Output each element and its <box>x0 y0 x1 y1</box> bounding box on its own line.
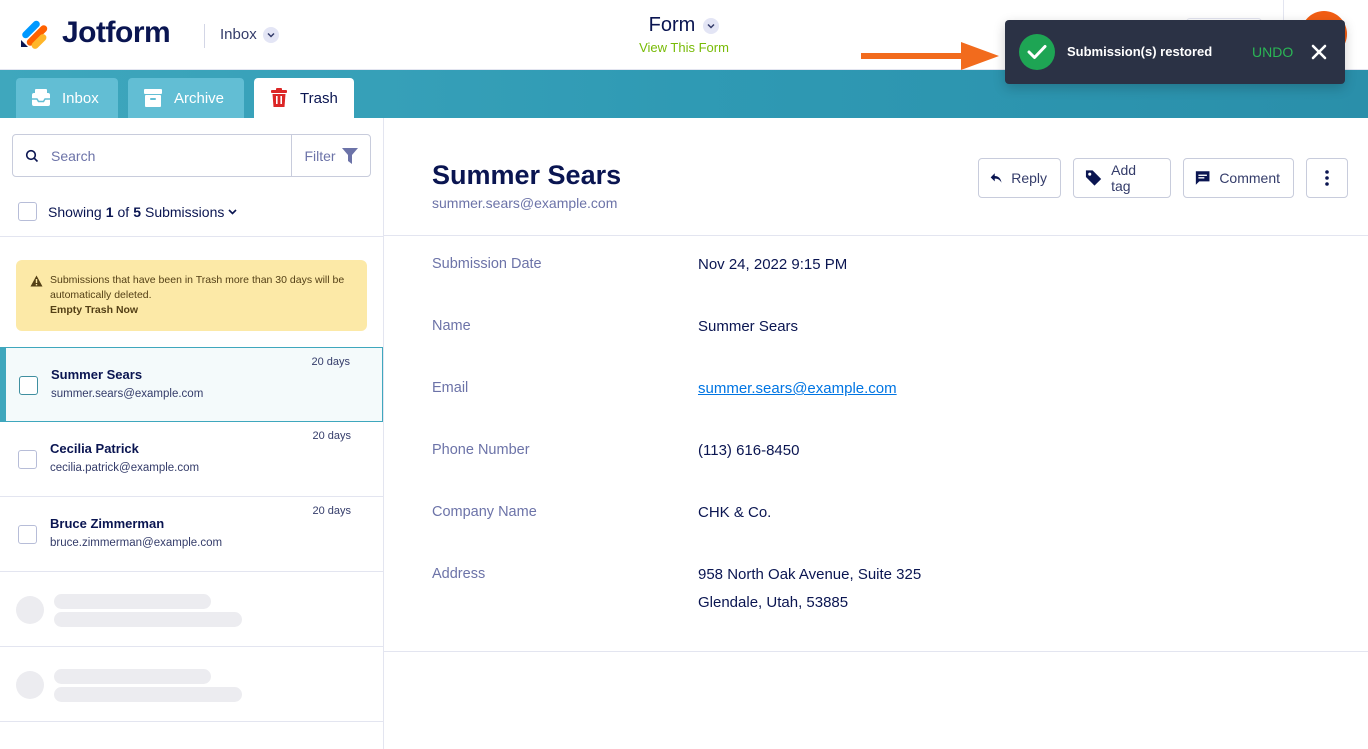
more-vertical-icon <box>1325 170 1329 186</box>
submission-name: Bruce Zimmerman <box>50 516 165 531</box>
placeholder-line <box>54 687 242 702</box>
list-item[interactable]: Summer Sears summer.sears@example.com 20… <box>0 347 383 422</box>
row-checkbox[interactable] <box>18 450 37 469</box>
row-checkbox[interactable] <box>18 525 37 544</box>
tab-archive[interactable]: Archive <box>128 78 244 118</box>
field-value-submission-date: Nov 24, 2022 9:15 PM <box>698 256 848 273</box>
search-icon <box>25 149 39 162</box>
detail-email: summer.sears@example.com <box>432 195 618 211</box>
list-item[interactable]: Bruce Zimmerman bruce.zimmerman@example.… <box>0 497 383 572</box>
showing-prefix: Showing <box>48 203 102 220</box>
trash-warning-banner: Submissions that have been in Trash more… <box>16 260 367 331</box>
field-label-company: Company Name <box>432 504 537 520</box>
field-label-submission-date: Submission Date <box>432 256 542 272</box>
showing-total: 5 <box>133 203 141 220</box>
showing-suffix: Submissions <box>144 203 225 220</box>
trash-warning-text: Submissions that have been in Trash more… <box>50 274 345 301</box>
submission-email: bruce.zimmerman@example.com <box>50 537 223 549</box>
showing-summary: Showing 1 of 5 Submissions <box>18 202 237 221</box>
divider <box>384 235 1368 236</box>
showing-dropdown[interactable]: Showing 1 of 5 Submissions <box>48 204 237 220</box>
loading-placeholder <box>0 572 383 647</box>
toast-notification: Submission(s) restored UNDO <box>1005 20 1345 84</box>
placeholder-line <box>54 612 242 627</box>
reply-button[interactable]: Reply <box>978 158 1061 198</box>
reply-icon <box>990 173 1002 183</box>
search-input[interactable] <box>51 147 271 164</box>
placeholder-avatar <box>16 596 44 624</box>
tab-trash-label: Trash <box>300 89 338 107</box>
more-options-button[interactable] <box>1306 158 1348 198</box>
field-value-email-link[interactable]: summer.sears@example.com <box>698 375 897 403</box>
form-title: Form <box>648 14 696 36</box>
comment-button[interactable]: Comment <box>1183 158 1294 198</box>
chevron-down-icon <box>703 17 720 34</box>
comment-icon <box>1195 171 1210 185</box>
list-item[interactable]: Cecilia Patrick cecilia.patrick@example.… <box>0 422 383 497</box>
submission-email: cecilia.patrick@example.com <box>50 462 200 474</box>
toast-message: Submission(s) restored <box>1067 44 1213 59</box>
submission-detail-pane: Summer Sears summer.sears@example.com Re… <box>384 118 1368 749</box>
field-label-name: Name <box>432 318 471 334</box>
showing-of: of <box>117 203 130 220</box>
field-label-address: Address <box>432 566 486 582</box>
chevron-down-icon <box>228 208 237 215</box>
tab-inbox-label: Inbox <box>62 89 99 107</box>
placeholder-line <box>54 594 211 609</box>
empty-trash-link[interactable]: Empty Trash Now <box>50 303 353 318</box>
showing-current: 1 <box>105 203 114 220</box>
archive-icon <box>142 87 164 109</box>
submission-list-pane: Filter Showing 1 of 5 Submissions Submis… <box>0 118 384 749</box>
close-icon[interactable] <box>1308 41 1330 63</box>
detail-name: Summer Sears <box>432 160 622 190</box>
submission-name: Summer Sears <box>51 367 143 382</box>
trash-icon <box>268 87 290 109</box>
tab-trash[interactable]: Trash <box>254 78 354 118</box>
warning-icon <box>30 275 43 287</box>
loading-placeholder <box>0 647 383 722</box>
field-value-phone: (113) 616-8450 <box>698 442 800 459</box>
filter-icon <box>341 147 358 164</box>
tab-archive-label: Archive <box>174 89 225 107</box>
filter-label: Filter <box>304 147 336 164</box>
form-title-dropdown[interactable]: Form <box>649 14 720 37</box>
submission-age: 20 days <box>312 505 351 517</box>
success-check-icon <box>1019 34 1055 70</box>
submission-age: 20 days <box>311 356 350 368</box>
placeholder-avatar <box>16 671 44 699</box>
add-tag-button[interactable]: Add tag <box>1073 158 1171 198</box>
comment-label: Comment <box>1219 170 1280 186</box>
tag-icon <box>1085 170 1102 186</box>
submission-name: Cecilia Patrick <box>50 441 139 456</box>
field-value-name: Summer Sears <box>698 318 799 335</box>
field-label-phone: Phone Number <box>432 442 530 458</box>
divider <box>0 236 383 237</box>
add-tag-label: Add tag <box>1111 162 1137 194</box>
search-box: Filter <box>12 134 371 177</box>
annotation-arrow-icon <box>861 42 999 70</box>
submission-email: summer.sears@example.com <box>51 388 204 400</box>
filter-button[interactable]: Filter <box>291 135 370 176</box>
row-checkbox[interactable] <box>19 376 38 395</box>
reply-label: Reply <box>1011 170 1047 186</box>
submission-age: 20 days <box>312 430 351 442</box>
undo-button[interactable]: UNDO <box>1252 44 1293 60</box>
select-all-checkbox[interactable] <box>18 202 37 221</box>
tab-inbox[interactable]: Inbox <box>16 78 118 118</box>
divider <box>384 651 1368 652</box>
placeholder-line <box>54 669 211 684</box>
field-value-address-line2: Glendale, Utah, 53885 <box>698 594 849 611</box>
field-value-company: CHK & Co. <box>698 504 772 521</box>
field-label-email: Email <box>432 380 469 396</box>
field-value-address-line1: 958 North Oak Avenue, Suite 325 <box>698 566 922 583</box>
inbox-icon <box>30 87 52 109</box>
